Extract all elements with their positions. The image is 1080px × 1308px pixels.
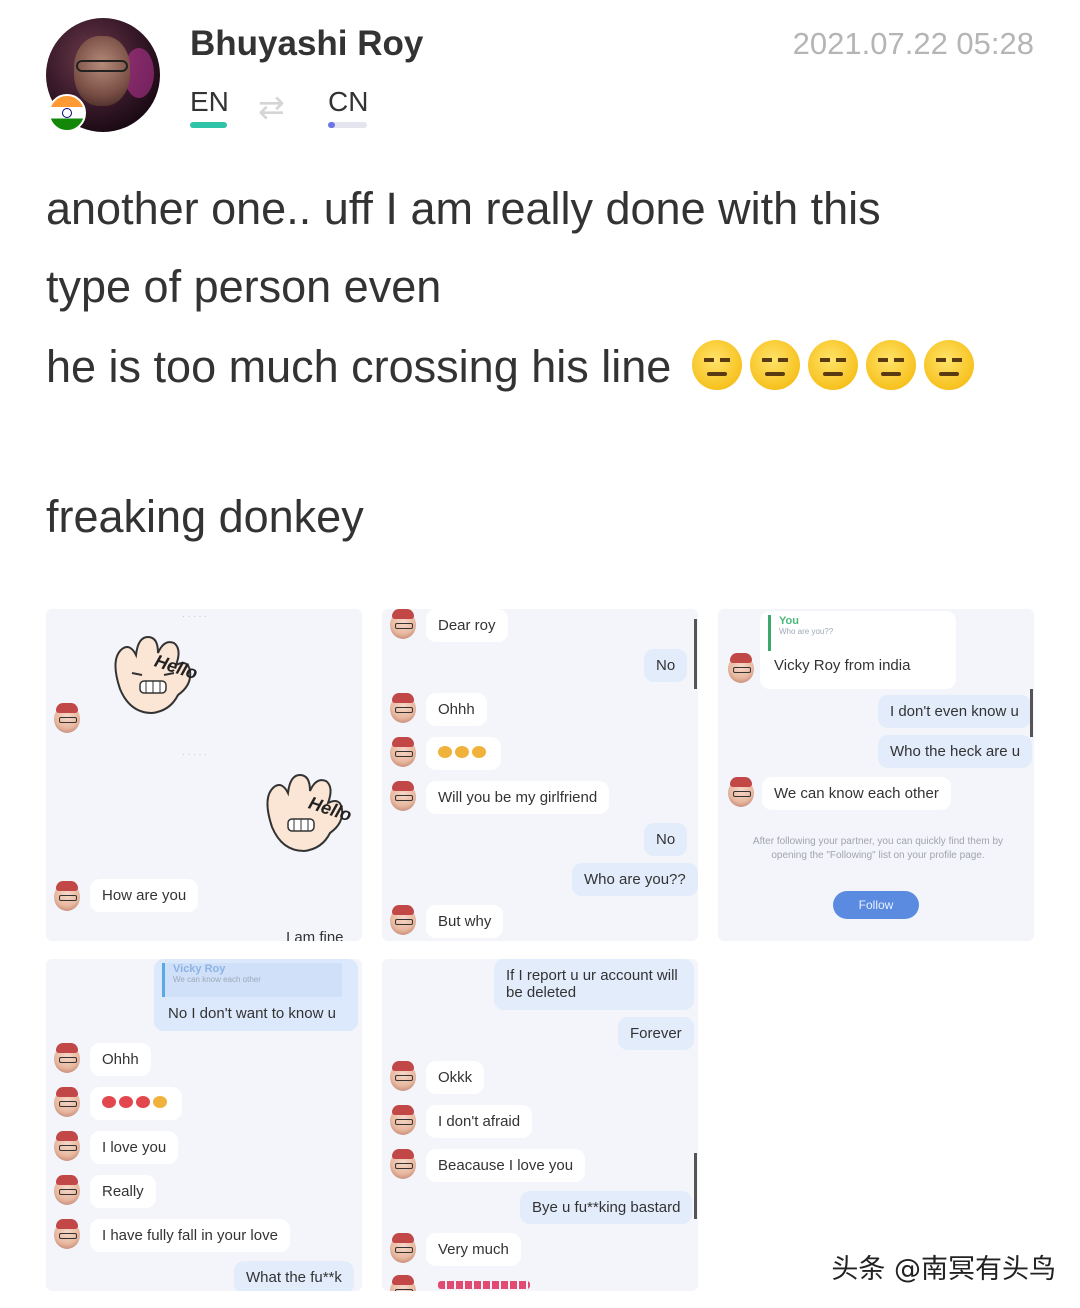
contact-avatar [390,609,416,639]
contact-avatar [390,1061,416,1091]
contact-avatar [728,653,754,683]
chat-message-in: Will you be my girlfriend [426,781,610,815]
quote-author: You [779,615,799,627]
contact-avatar [390,781,416,811]
quote-text: We can know each other [173,975,261,984]
expressionless-face-icon [691,340,742,390]
chat-message-in: Ohhh [90,1043,151,1077]
contact-avatar [390,1275,416,1291]
chat-message-in: I love you [90,1131,179,1165]
contact-avatar [54,1175,80,1205]
chat-screenshot-3[interactable]: You Who are you?? Vicky Roy from india I… [718,609,1034,941]
expressionless-face-icon [749,340,800,390]
expressionless-face-icon [865,340,916,390]
lang-en-active-indicator [190,122,227,128]
expressionless-face-icon [807,340,858,390]
chat-message-in: Very much [426,1233,521,1267]
scroll-edge [694,1153,697,1219]
chat-message-out: Who are you?? [572,863,698,897]
contact-avatar [54,881,80,911]
scroll-edge [694,619,697,689]
chat-screenshot-2[interactable]: Dear roy No Ohhh Will you be my girlfrie… [382,609,698,941]
india-flag-icon [48,94,86,132]
chat-message-out: Who the heck are u [878,735,1033,769]
chat-message-in: Beacause I love you [426,1149,586,1183]
contact-avatar [390,737,416,767]
follow-button[interactable]: Follow [833,891,919,919]
chat-message-in: Really [90,1175,156,1209]
lang-toggle-cn[interactable]: CN [328,86,368,118]
expressionless-face-icon [923,340,974,390]
post-text-line-2: type of person even [46,261,442,312]
contact-avatar [390,1149,416,1179]
chat-message-out: Bye u fu**king bastard [520,1191,693,1225]
author-name[interactable]: Bhuyashi Roy [190,24,423,64]
chat-message-in: We can know each other [762,777,951,811]
swap-arrows-icon[interactable]: ⇄ [258,88,285,126]
quote-author: Vicky Roy [173,963,226,975]
chat-screenshot-1[interactable]: · · · · · Hello · · · · · Hello How are … [46,609,362,941]
emoji-message [90,1087,182,1121]
chat-message-out: Forever [618,1017,694,1051]
chat-screenshot-4[interactable]: Vicky Roy We can know each other No I do… [46,959,362,1291]
chat-message-out: No I don't want to know u [168,1005,336,1022]
contact-avatar [390,693,416,723]
emoji-message-cut [438,1281,530,1289]
scroll-edge [1030,689,1033,737]
chat-message-in: Dear roy [426,609,508,643]
contact-avatar [390,1105,416,1135]
chat-message-out-cut: I am fine [286,929,344,941]
chat-message-in: Vicky Roy from india [774,657,911,674]
post-text-line-3: he is too much crossing his line [46,341,672,392]
chat-message-in: I have fully fall in your love [90,1219,290,1253]
watermark-text: 头条 @南冥有头鸟 [831,1254,1056,1285]
avatar-glasses [76,60,128,72]
contact-avatar [390,905,416,935]
chat-message-in: Ohhh [426,693,487,727]
contact-avatar [54,703,80,733]
lang-toggle-en[interactable]: EN [190,86,229,118]
chat-message-in: How are you [90,879,199,913]
contact-avatar [390,1233,416,1263]
post-text-line-1: another one.. uff I am really done with … [46,183,881,234]
contact-avatar [54,1131,80,1161]
follow-hint-text: After following your partner, you can qu… [752,836,1004,861]
chat-time-mark: · · · · · [182,611,207,621]
chat-message-out: If I report u ur account will be deleted [494,959,694,1010]
contact-avatar [54,1087,80,1117]
quote-text: Who are you?? [779,627,834,636]
chat-message-out: I don't even know u [878,695,1031,729]
contact-avatar [54,1043,80,1073]
chat-message-in: Okkk [426,1061,485,1095]
chat-message-out: What the fu**k [234,1261,354,1291]
quoted-message: Vicky Roy We can know each other [162,963,342,997]
post-text-line-4: freaking donkey [46,491,364,542]
chat-message-in: I don't afraid [426,1105,533,1139]
contact-avatar [54,1219,80,1249]
post-timestamp: 2021.07.22 05:28 [792,26,1034,61]
contact-avatar [728,777,754,807]
chat-message-out: No [644,823,688,857]
chat-time-mark: · · · · · [182,749,207,759]
quoted-message: You Who are you?? [768,615,918,651]
chat-message-out: No [644,649,688,683]
post-text-line-3-row: he is too much crossing his line [46,340,974,390]
chat-screenshot-5[interactable]: If I report u ur account will be deleted… [382,959,698,1291]
chat-message-in: But why [426,905,504,939]
emoji-message [426,737,501,771]
lang-cn-indicator-dot [328,122,335,128]
